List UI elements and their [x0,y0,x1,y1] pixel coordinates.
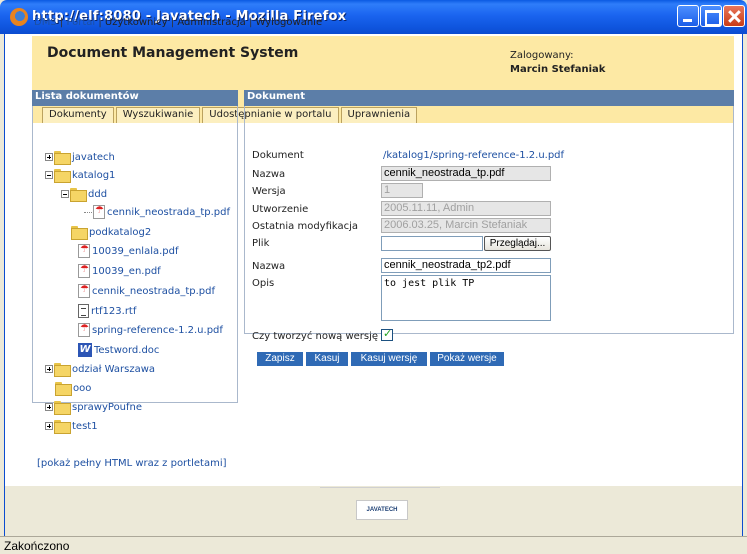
expand-icon[interactable] [45,153,53,161]
expand-icon[interactable] [45,403,53,411]
tree-file-cennik-1[interactable]: cennik_neostrada_tp.pdf [93,204,230,220]
folder-icon [71,226,88,240]
label-version: Wersja [252,186,286,197]
nav-link-logout[interactable]: Wylogowanie [256,17,323,28]
tree-label: cennik_neostrada_tp.pdf [92,285,216,297]
nav-link-users[interactable]: Użytkownicy [105,17,168,28]
maximize-button[interactable] [700,5,722,27]
tree-folder-katalog1[interactable]: katalog1 [45,167,115,183]
pdf-icon [78,284,90,298]
folder-icon [54,420,71,434]
name-field[interactable]: cennik_neostrada_tp.pdf [381,166,551,181]
folder-icon [55,382,72,396]
tree-label: ddd [88,188,108,200]
label-new-name: Nazwa [252,261,286,272]
document-path-link[interactable]: /katalog1/spring-reference-1.2.u.pdf [383,150,564,161]
save-button[interactable]: Zapisz [257,352,303,366]
file-input[interactable] [381,236,483,251]
folder-icon [54,169,71,183]
tree-label: 10039_en.pdf [92,265,161,277]
nav-link-dms[interactable]: DMS [34,17,57,28]
label-name: Nazwa [252,169,286,180]
tree-connector [84,212,92,213]
modified-field[interactable]: 2006.03.25, Marcin Stefaniak [381,218,551,233]
tree-file-10039-enlala[interactable]: 10039_enlala.pdf [78,243,179,259]
firefox-icon [10,8,28,26]
new-version-checkbox[interactable] [381,327,393,341]
tree-file-spring-reference[interactable]: spring-reference-1.2.u.pdf [78,322,223,338]
tree-label: ooo [73,382,92,394]
word-doc-icon: W [78,343,92,357]
tree-label: rtf123.rtf [91,305,137,317]
javatech-logo[interactable]: JAVATECH [356,500,408,520]
tree-folder-sprawy-poufne[interactable]: sprawyPoufne [45,399,142,415]
tree-label: cennik_neostrada_tp.pdf [107,206,231,218]
top-nav: DMS | Portal | Użytkownicy | Administrac… [34,17,322,28]
tree-label: podkatalog2 [89,226,152,238]
nav-link-admin[interactable]: Administracja [177,17,245,28]
tree-file-10039-en[interactable]: 10039_en.pdf [78,263,161,279]
close-button[interactable] [723,5,745,27]
nav-link-portal[interactable]: Portal [66,17,95,28]
tree-label: 10039_enlala.pdf [92,245,179,257]
tree-label: sprawyPoufne [72,401,143,413]
tree-label: javatech [72,151,115,163]
browse-button[interactable]: Przeglądaj... [484,236,551,251]
tree-label: test1 [72,420,98,432]
tree-label: spring-reference-1.2.u.pdf [92,324,223,336]
status-text: Zakończono [4,539,70,553]
version-field[interactable]: 1 [381,183,423,198]
status-bar: Zakończono [0,536,747,554]
browser-window: http://elf:8080 - Javatech - Mozilla Fir… [0,0,747,554]
pdf-icon [78,264,90,278]
tree-folder-ooo[interactable]: ooo [55,380,91,396]
delete-version-button[interactable]: Kasuj wersję [351,352,427,366]
tree-folder-javatech[interactable]: javatech [45,149,115,165]
tree-file-cennik-2[interactable]: cennik_neostrada_tp.pdf [78,283,215,299]
collapse-icon[interactable] [61,190,69,198]
tree-file-rtf123[interactable]: rtf123.rtf [78,303,136,319]
label-modified: Ostatnia modyfikacja [252,221,359,232]
label-new-version: Czy tworzyć nową wersję [252,331,379,342]
pdf-icon [78,323,90,337]
description-textarea[interactable]: to jest plik TP [381,275,551,321]
footer-divider [320,487,440,488]
tree-file-testword[interactable]: W Testword.doc [78,342,159,358]
tree-label: odział Warszawa [72,363,156,375]
page-title: Document Management System [47,45,299,61]
tree-folder-ddd[interactable]: ddd [61,186,107,202]
full-html-link[interactable]: [pokaż pełny HTML wraz z portletami] [37,458,227,469]
folder-icon [70,188,87,202]
collapse-icon[interactable] [45,171,53,179]
folder-icon [54,401,71,415]
label-document: Dokument [252,150,304,161]
delete-button[interactable]: Kasuj [306,352,348,366]
tree-folder-test1[interactable]: test1 [45,418,98,434]
new-name-field[interactable]: cennik_neostrada_tp2.pdf [381,258,551,273]
label-created: Utworzenie [252,204,309,215]
text-file-icon [78,304,89,318]
tree-label: katalog1 [72,169,116,181]
expand-icon[interactable] [45,365,53,373]
expand-icon[interactable] [45,422,53,430]
folder-icon [54,151,71,165]
tree-label: Testword.doc [94,344,160,356]
minimize-button[interactable] [677,5,699,27]
logged-in-user: Marcin Stefaniak [510,64,606,75]
document-panel-header: Dokument [244,90,734,106]
folder-icon [54,363,71,377]
logged-in-label: Zalogowany: [510,50,574,61]
tree-folder-odzial-warszawa[interactable]: odział Warszawa [45,361,155,377]
created-field[interactable]: 2005.11.11, Admin [381,201,551,216]
tree-folder-podkatalog2[interactable]: podkatalog2 [71,224,151,240]
document-list-header: Lista dokumentów [32,90,238,106]
pdf-icon [78,244,90,258]
pdf-icon [93,205,105,219]
label-file: Plik [252,238,270,249]
label-description: Opis [252,278,275,289]
show-versions-button[interactable]: Pokaż wersje [430,352,504,366]
